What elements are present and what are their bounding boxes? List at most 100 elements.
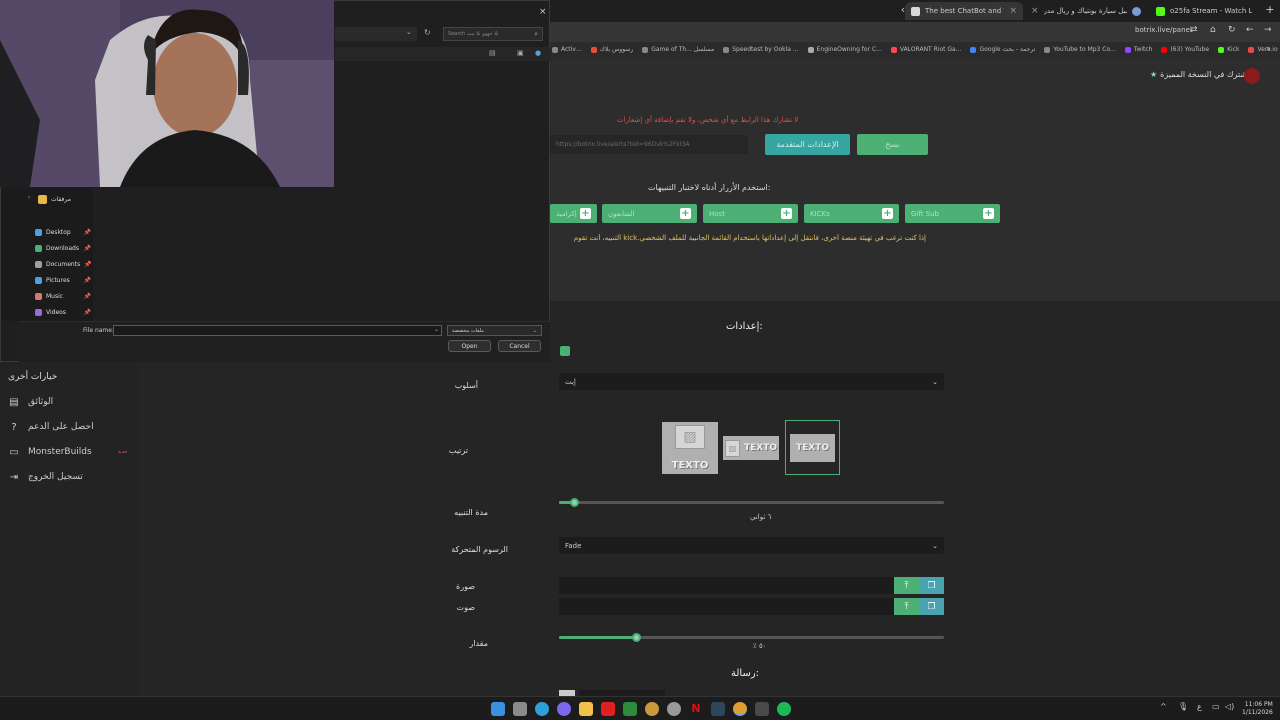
pin-icon[interactable]: 📌 [84,245,91,252]
test-host-button[interactable]: Host + [703,204,798,223]
quick-access-item[interactable]: مرفقات [38,192,88,206]
animation-select[interactable]: Fade ⌄ [559,537,944,554]
bookmark-item[interactable]: EngineOwning for C... [807,46,882,53]
tree-item-downloads[interactable]: Downloads 📌 [35,241,91,255]
steam-icon[interactable] [711,702,725,716]
avatar[interactable] [1244,68,1260,84]
network-icon[interactable]: ▭ [1212,702,1220,711]
bookmark-item[interactable]: رسووس بلاك [590,46,633,53]
pin-icon[interactable]: 📌 [84,229,91,236]
bookmark-item[interactable]: VALORANT Riot Ga... [890,46,961,53]
tree-item-videos[interactable]: Videos 📌 [35,305,91,319]
layout-option-overlay-selected[interactable]: TEXTO [785,420,840,475]
bookmark-item[interactable]: Activ… [552,46,582,53]
reload-icon[interactable]: ↻ [1228,25,1236,35]
app-icon[interactable] [557,702,571,716]
bookmark-item[interactable]: Speedtest by Ookla ... [723,46,799,53]
clock[interactable]: 11:06 PM 1/11/2026 [1242,701,1273,717]
test-followers-button[interactable]: المتابعون + [602,204,697,223]
chevron-right-icon[interactable]: › [28,194,30,201]
sidebar-item-monsterbuilds[interactable]: ▭ MonsterBuilds جديد [8,443,127,461]
volume-slider[interactable] [559,633,944,642]
preview-pane-icon[interactable]: ▣ [517,49,524,57]
tab-car-details[interactable]: × تفاصيل سيارة بونتياك و ريال مدر [1025,2,1147,20]
back-icon[interactable]: ← [1246,25,1254,35]
language-indicator[interactable]: ع [1197,702,1202,711]
close-icon[interactable]: × [539,7,547,17]
app-icon[interactable] [667,702,681,716]
bookmarks-overflow-icon[interactable]: » [1266,44,1271,53]
enable-checkbox[interactable] [560,346,570,356]
address-bar[interactable]: botrix.live/panel [1135,26,1192,34]
cancel-button[interactable]: Cancel [498,340,541,352]
open-button[interactable]: Open [448,340,491,352]
pin-icon[interactable]: 📌 [84,277,91,284]
app-icon[interactable] [645,702,659,716]
pin-icon[interactable]: 📌 [84,261,91,268]
file-type-select[interactable]: ملفات مخصصة ⌄ [447,325,542,336]
share-icon[interactable]: ⇄ [1190,25,1198,35]
task-view-icon[interactable] [513,702,527,716]
path-bar[interactable] [335,27,417,41]
sidebar-item-docs[interactable]: ▤ الوثائق [8,393,53,411]
duration-slider[interactable] [559,498,944,507]
tray-overflow-icon[interactable]: ^ [1160,702,1167,711]
chevron-down-icon[interactable]: ⌄ [406,28,412,36]
volume-icon[interactable]: ◁) [1225,702,1234,711]
tab-chatbot[interactable]: The best ChatBot and Widgets f × [905,2,1023,20]
bookmark-item[interactable]: (63) YouTube [1161,46,1209,53]
spotify-icon[interactable] [777,702,791,716]
upload-image-button[interactable]: ⤒ [894,577,919,594]
style-select[interactable]: إيت ⌄ [559,373,944,390]
gallery-image-button[interactable]: ❐ [919,577,944,594]
gallery-sound-button[interactable]: ❐ [919,598,944,615]
close-icon[interactable]: × [1031,6,1039,16]
tree-item-pictures[interactable]: Pictures 📌 [35,273,91,287]
tab-kick-stream[interactable]: o25fa Stream - Watch Live on K [1150,2,1258,20]
bookmark-item[interactable]: Kick [1218,46,1239,53]
pin-icon[interactable]: 📌 [84,309,91,316]
sidebar-item-support[interactable]: ? احصل على الدعم [8,418,93,436]
edge-icon[interactable] [535,702,549,716]
slider-thumb[interactable] [570,498,580,507]
mic-icon[interactable]: 🎙 [1178,702,1188,711]
tree-item-music[interactable]: Music 📌 [35,289,91,303]
pin-icon[interactable]: 📌 [84,293,91,300]
forward-icon[interactable]: → [1264,25,1272,35]
chrome-icon[interactable] [733,702,747,716]
advanced-settings-button[interactable]: الإعدادات المتقدمة [765,134,850,155]
bookmark-item[interactable]: Vers.io [1248,46,1278,53]
bookmark-item[interactable]: Twitch [1124,46,1152,53]
app-icon[interactable] [755,702,769,716]
close-icon[interactable]: × [1009,6,1017,16]
help-icon[interactable]: ● [535,49,541,57]
chevron-down-icon[interactable]: ⌄ [434,326,439,333]
sound-input[interactable] [559,598,894,615]
file-name-input[interactable] [113,325,442,336]
tab-scroll-left-icon[interactable]: ‹ [893,3,913,16]
new-tab-icon[interactable]: + [1260,3,1280,16]
search-box[interactable]: Search بلا جهوو بلا بيت ⌕ [443,27,543,41]
test-tip-button[interactable]: إكرامية + [550,204,597,223]
bookmark-item[interactable]: Google ترجمة - بحث [970,46,1035,53]
view-icon[interactable]: ▤ [489,49,496,57]
image-input[interactable] [559,577,894,594]
tree-item-documents[interactable]: Documents 📌 [35,257,92,271]
layout-option-stacked[interactable]: ▨ TEXTO [661,420,719,475]
test-giftsub-button[interactable]: Gift Sub + [905,204,1000,223]
youtube-icon[interactable] [601,702,615,716]
start-icon[interactable] [491,702,505,716]
home-icon[interactable]: ⌂ [1210,25,1216,35]
netflix-icon[interactable]: N [689,702,703,716]
upload-sound-button[interactable]: ⤒ [894,598,919,615]
copy-button[interactable]: نسخ [857,134,928,155]
bookmark-item[interactable]: Game of Th... مسلسل [642,46,714,53]
tree-item-desktop[interactable]: Desktop 📌 [35,225,91,239]
slider-thumb[interactable] [632,633,641,642]
file-explorer-icon[interactable] [579,702,593,716]
bookmark-item[interactable]: YouTube to Mp3 Co... [1044,46,1116,53]
premium-link[interactable]: ★ اشترك في النسخة المميزة [1150,70,1249,79]
layout-option-side[interactable]: ▨ TEXTO [722,434,780,462]
test-kicks-button[interactable]: KICKs + [804,204,899,223]
alert-url-input[interactable]: https://botrix.live/alerts?bid=96Dvk%2Fk… [550,135,748,154]
